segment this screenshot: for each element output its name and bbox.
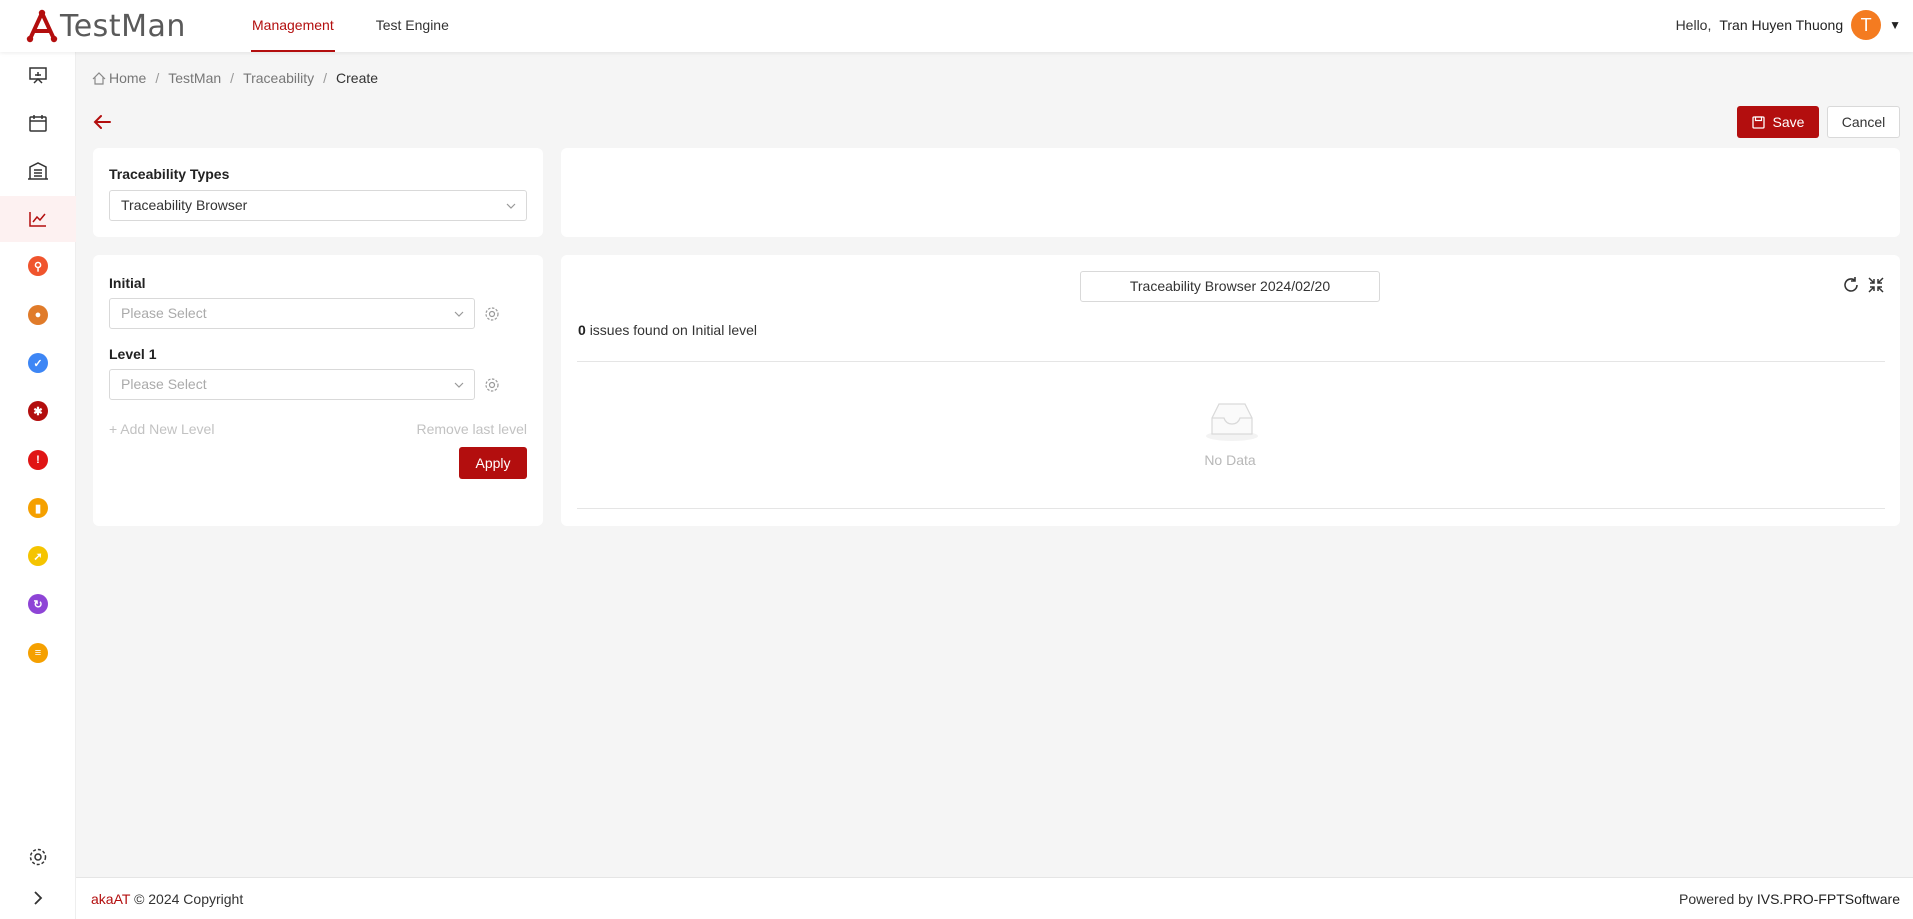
- preview-header-card: [561, 148, 1900, 237]
- divider: [577, 361, 1885, 362]
- issues-summary: 0 issues found on Initial level: [578, 322, 757, 338]
- breadcrumb-current: Create: [336, 70, 379, 86]
- requirement-icon: ⚲: [28, 256, 48, 276]
- check-circle-icon: ✓: [28, 353, 48, 373]
- initial-label: Initial: [109, 275, 146, 291]
- cancel-button[interactable]: Cancel: [1827, 106, 1900, 138]
- sidebar-item-issues[interactable]: !: [0, 437, 76, 483]
- apply-button[interactable]: Apply: [459, 447, 527, 479]
- chart-line-icon: [29, 212, 46, 227]
- issues-text: issues found on Initial level: [589, 322, 758, 338]
- initial-select[interactable]: Please Select: [109, 298, 475, 329]
- traceability-type-select[interactable]: Traceability Browser: [109, 190, 527, 221]
- calendar-icon: [29, 115, 47, 132]
- cycle-icon: ↻: [28, 594, 48, 614]
- nav-management[interactable]: Management: [251, 0, 335, 52]
- avatar[interactable]: T: [1851, 10, 1882, 40]
- breadcrumb-separator: /: [230, 70, 235, 86]
- footer-powered-by: Powered by IVS.PRO-FPTSoftware: [1679, 891, 1900, 907]
- sidebar-item-library[interactable]: [0, 148, 76, 194]
- sidebar-item-calendar[interactable]: [0, 100, 76, 146]
- level1-placeholder: Please Select: [121, 376, 207, 392]
- sidebar-expand-toggle[interactable]: [0, 875, 76, 919]
- empty-state-text: No Data: [1204, 452, 1256, 468]
- footer-brand[interactable]: akaAT: [91, 891, 130, 907]
- expand-icon: [34, 891, 43, 905]
- caret-down-icon[interactable]: ▼: [1889, 18, 1901, 32]
- sidebar-item-settings[interactable]: [0, 834, 76, 880]
- divider: [577, 508, 1885, 509]
- remove-last-level-button[interactable]: Remove last level: [417, 421, 528, 437]
- levels-card: Initial Please Select Level 1 Please Sel…: [93, 255, 543, 526]
- presentation-icon: [29, 67, 47, 84]
- logo-mark-icon: [26, 9, 58, 43]
- user-menu[interactable]: Hello, Tran Huyen Thuong T ▼: [1676, 10, 1901, 40]
- refresh-icon[interactable]: [1842, 276, 1860, 294]
- level1-select[interactable]: Please Select: [109, 369, 475, 400]
- initial-placeholder: Please Select: [121, 305, 207, 321]
- chevron-down-icon: [454, 311, 464, 317]
- footer-copyright-text: © 2024 Copyright: [134, 891, 244, 907]
- fullscreen-exit-icon[interactable]: [1867, 276, 1885, 294]
- breadcrumb-testman[interactable]: TestMan: [168, 70, 221, 86]
- sidebar-item-traceability[interactable]: [0, 196, 76, 242]
- level1-label: Level 1: [109, 346, 157, 362]
- sidebar-item-ideas[interactable]: ●: [0, 292, 76, 338]
- footer-powered-prefix: Powered by: [1679, 891, 1753, 907]
- sidebar-item-test-cases[interactable]: ✓: [0, 340, 76, 386]
- initial-settings-icon[interactable]: [484, 306, 500, 322]
- level1-settings-icon[interactable]: [484, 377, 500, 393]
- top-nav: Management Test Engine: [251, 0, 450, 52]
- sidebar-item-requirements[interactable]: ⚲: [0, 243, 76, 289]
- chevron-down-icon: [506, 203, 516, 209]
- add-new-level-button[interactable]: + Add New Level: [109, 421, 214, 437]
- sidebar-item-release[interactable]: ➚: [0, 533, 76, 579]
- alert-icon: !: [28, 450, 48, 470]
- save-label: Save: [1772, 114, 1805, 130]
- issue-count: 0: [578, 322, 586, 338]
- sidebar-item-report[interactable]: ≡: [0, 630, 76, 676]
- sidebar-item-pages[interactable]: ▮: [0, 485, 76, 531]
- traceability-types-label: Traceability Types: [109, 166, 230, 182]
- empty-inbox-icon: [1206, 403, 1258, 441]
- traceability-type-value: Traceability Browser: [121, 197, 248, 213]
- result-title: Traceability Browser 2024/02/20: [1080, 271, 1380, 302]
- chevron-down-icon: [454, 382, 464, 388]
- breadcrumb-separator: /: [323, 70, 328, 86]
- sidebar-item-presentation[interactable]: [0, 53, 76, 99]
- sidebar: ⚲ ● ✓ ✱ ! ▮ ➚ ↻ ≡: [0, 52, 76, 919]
- bug-icon: ✱: [28, 401, 48, 421]
- breadcrumb-separator: /: [155, 70, 160, 86]
- footer: akaAT © 2024 Copyright Powered by IVS.PR…: [76, 877, 1913, 919]
- back-arrow-icon[interactable]: [92, 114, 112, 130]
- app-logo[interactable]: TestMan: [26, 8, 186, 44]
- footer-company: IVS.PRO-FPTSoftware: [1756, 891, 1900, 907]
- user-name: Tran Huyen Thuong: [1719, 17, 1844, 33]
- breadcrumb-traceability[interactable]: Traceability: [243, 70, 314, 86]
- logo-text: TestMan: [60, 8, 186, 44]
- save-button[interactable]: Save: [1737, 106, 1819, 138]
- breadcrumb: Home / TestMan / Traceability / Create: [92, 70, 378, 86]
- pages-icon: ▮: [28, 498, 48, 518]
- report-icon: ≡: [28, 643, 48, 663]
- save-icon: [1751, 115, 1765, 129]
- greeting-text: Hello,: [1675, 17, 1712, 33]
- traceability-types-card: Traceability Types Traceability Browser: [93, 148, 543, 237]
- nav-test-engine[interactable]: Test Engine: [375, 0, 450, 52]
- sidebar-item-defects[interactable]: ✱: [0, 388, 76, 434]
- top-header: TestMan Management Test Engine Hello, Tr…: [0, 0, 1913, 52]
- sidebar-item-cycle[interactable]: ↻: [0, 581, 76, 627]
- breadcrumb-home[interactable]: Home: [109, 70, 146, 86]
- library-icon: [28, 162, 48, 180]
- bulb-icon: ●: [28, 305, 48, 325]
- settings-icon: [29, 848, 47, 866]
- rocket-icon: ➚: [28, 546, 48, 566]
- home-icon: [92, 71, 106, 85]
- footer-copyright: akaAT © 2024 Copyright: [91, 891, 243, 907]
